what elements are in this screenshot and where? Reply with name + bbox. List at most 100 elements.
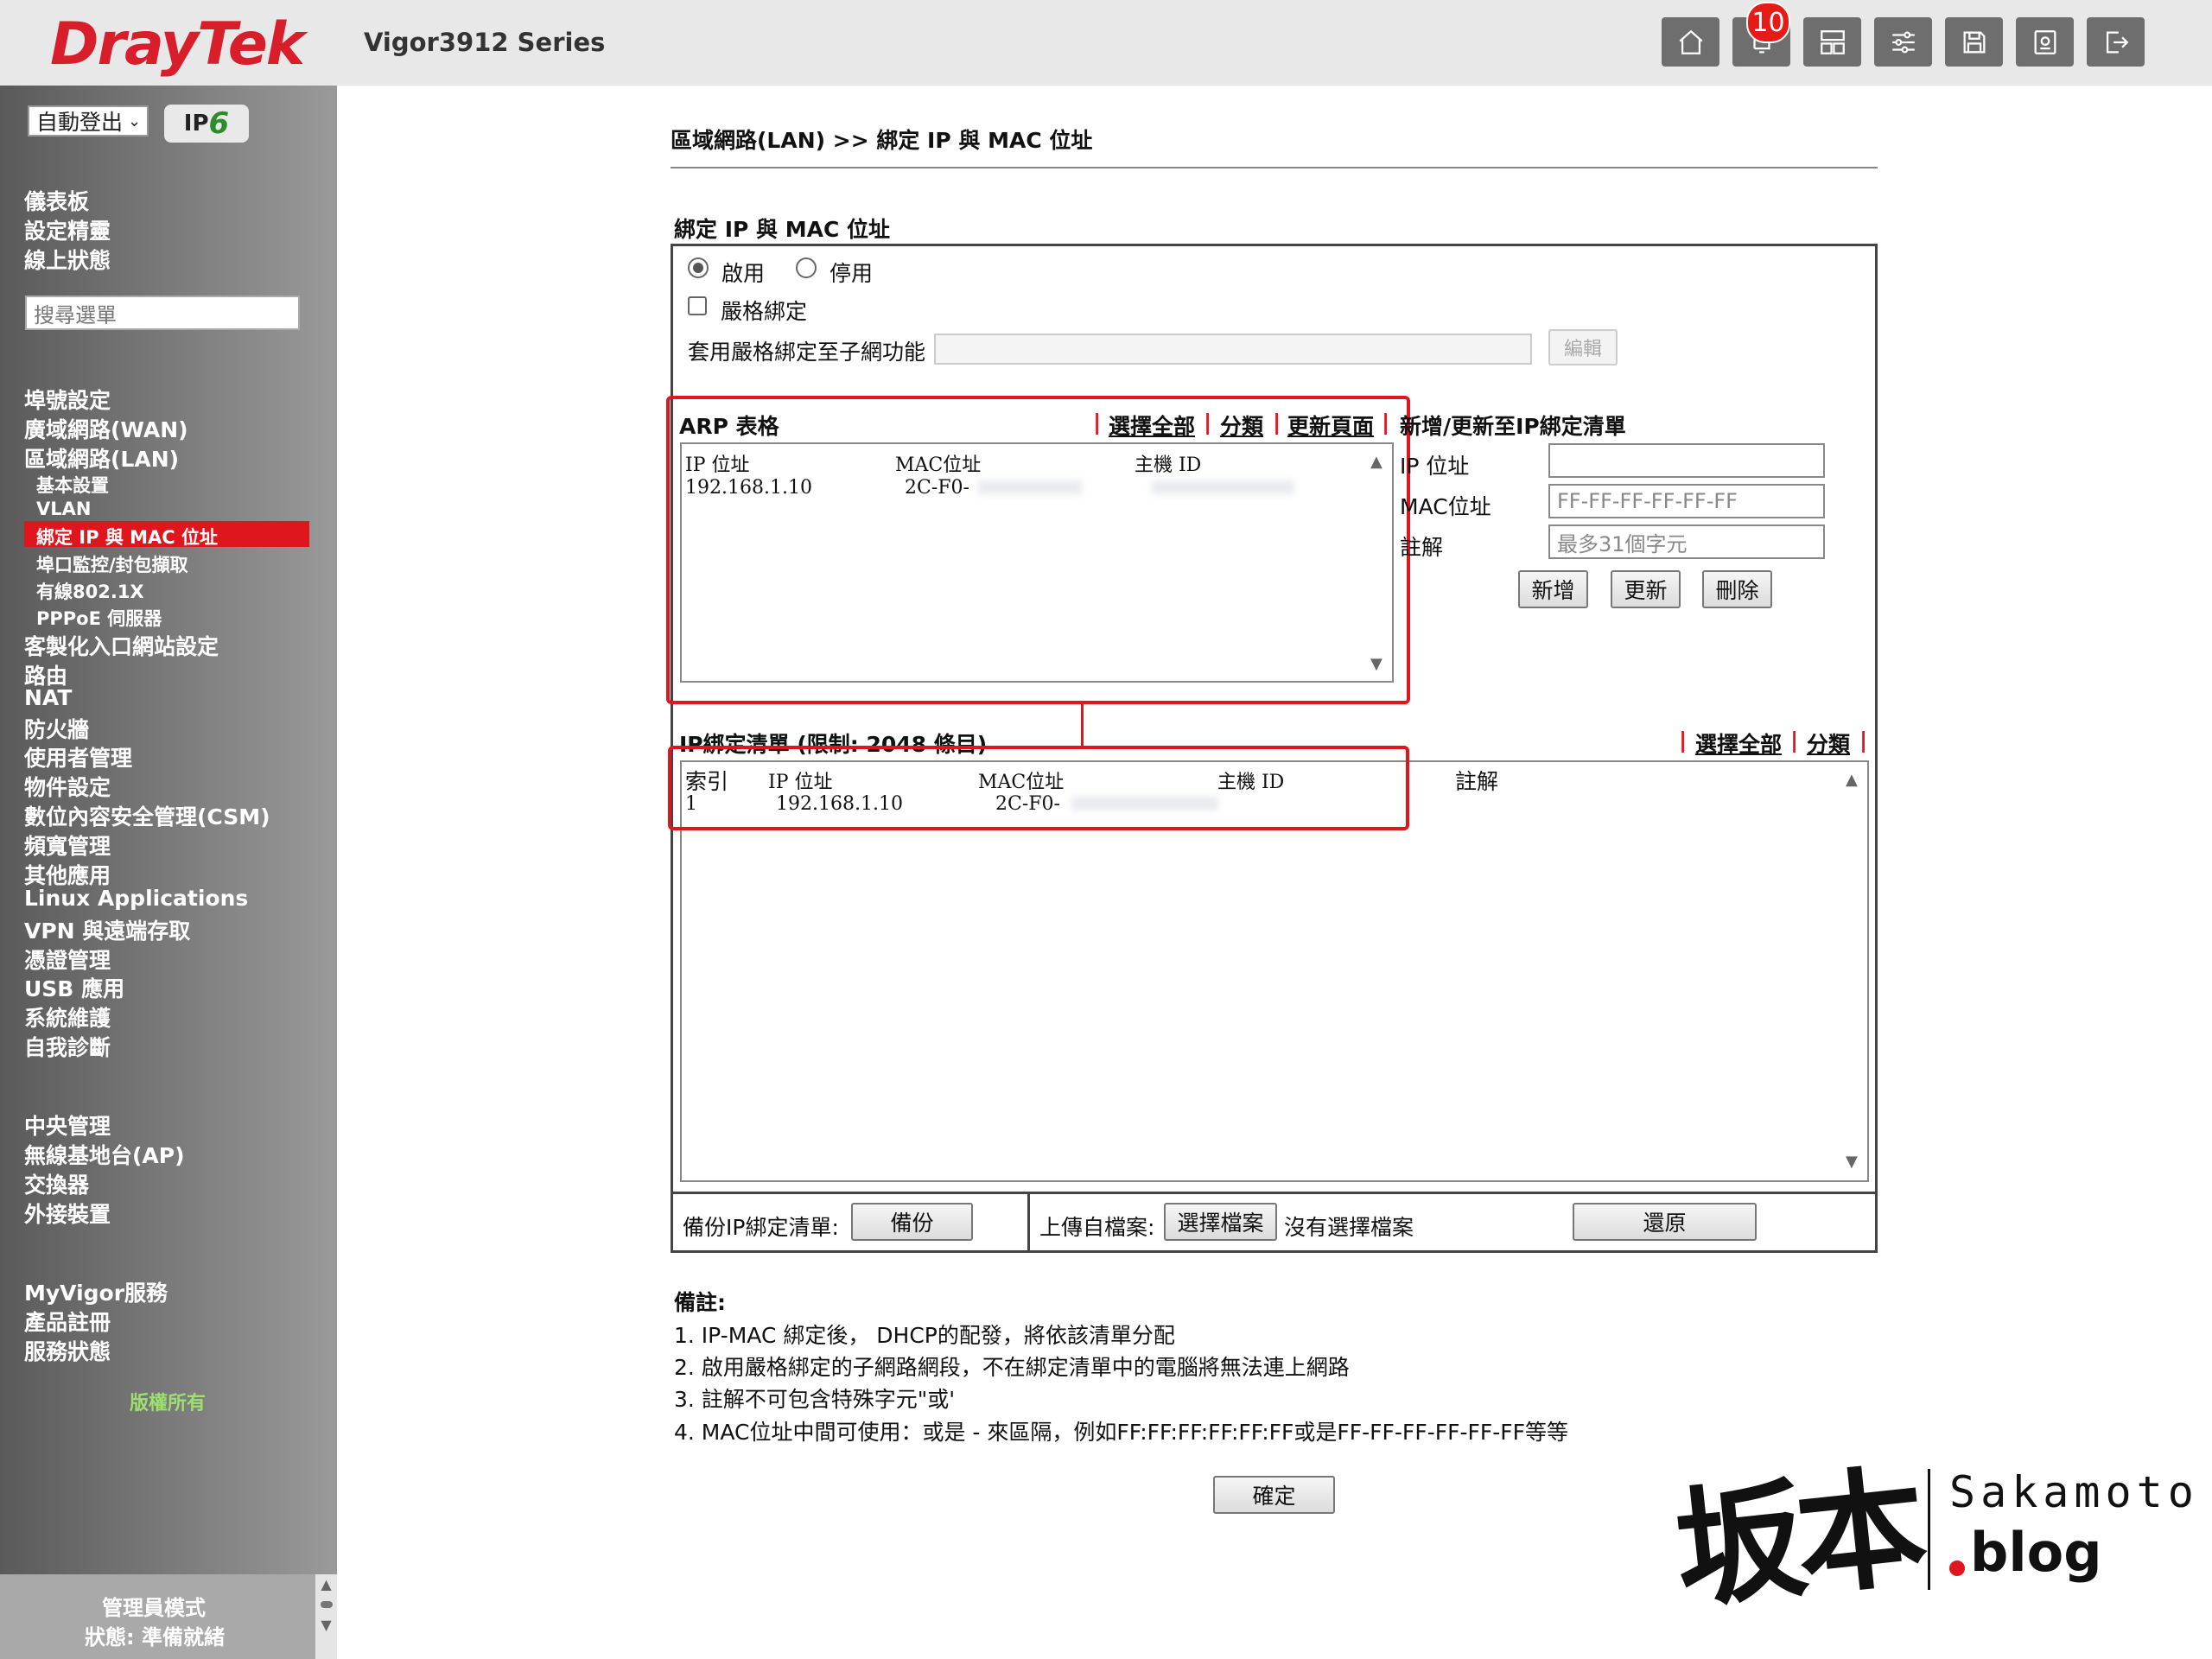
layout-button[interactable] — [1803, 17, 1861, 67]
sidebar-scrollbar[interactable]: ▲ ▼ — [315, 1574, 337, 1659]
nav-lan-pppoe[interactable]: PPPoE 伺服器 — [36, 605, 162, 631]
strict-subnet-field[interactable] — [934, 334, 1532, 365]
scroll-up-icon: ▲ — [321, 1576, 332, 1592]
nav-diagnostics[interactable]: 自我診斷 — [24, 1031, 111, 1062]
mac-label: MAC位址 — [1400, 494, 1491, 519]
enable-label: 啟用 — [721, 261, 766, 286]
nav-online-status[interactable]: 線上狀態 — [24, 244, 111, 275]
scroll-down-icon[interactable]: ▼ — [1846, 1153, 1858, 1171]
link-separator: | — [1679, 728, 1688, 753]
nav-central-ap[interactable]: 無線基地台(AP) — [24, 1139, 185, 1170]
auto-logout-value: 自動登出 — [36, 110, 124, 135]
home-button[interactable] — [1662, 17, 1719, 67]
binding-select-all-link[interactable]: 選擇全部 — [1695, 728, 1782, 759]
watermark-kanji: 坂本 — [1668, 1450, 1925, 1628]
scroll-down-icon: ▼ — [321, 1617, 332, 1633]
nav-vpn[interactable]: VPN 與遠端存取 — [24, 914, 190, 945]
admin-mode-label: 管理員模式 — [102, 1596, 206, 1620]
logout-icon — [2106, 31, 2128, 53]
update-button[interactable]: 更新 — [1611, 570, 1681, 608]
config-icon — [2034, 29, 2056, 54]
nav-wan[interactable]: 廣域網路(WAN) — [24, 413, 188, 444]
add-button[interactable]: 新增 — [1518, 570, 1588, 608]
ip-input[interactable] — [1548, 443, 1825, 478]
add-update-title: 新增/更新至IP綁定清單 — [1400, 414, 1626, 439]
nav-lan-port-mirror[interactable]: 埠口監控/封包擷取 — [36, 551, 188, 577]
note-3: 3. 註解不可包含特殊字元"或' — [674, 1387, 956, 1412]
nav-csm[interactable]: 數位內容安全管理(CSM) — [24, 800, 270, 831]
nav-nat[interactable]: NAT — [24, 685, 72, 710]
logout-button[interactable] — [2087, 17, 2145, 67]
scroll-up-icon[interactable]: ▲ — [1846, 771, 1858, 789]
save-button[interactable] — [1945, 17, 2003, 67]
nav-linux-apps[interactable]: Linux Applications — [24, 886, 248, 911]
edit-button[interactable]: 編輯 — [1548, 329, 1618, 365]
menu-search-input[interactable]: 搜尋選單 — [25, 296, 300, 330]
watermark-blog: blog — [1970, 1521, 2102, 1584]
disable-radio[interactable] — [796, 257, 817, 278]
nav-user-mgmt[interactable]: 使用者管理 — [24, 741, 132, 772]
mac-input[interactable]: FF-FF-FF-FF-FF-FF — [1548, 484, 1825, 518]
enable-radio[interactable] — [688, 257, 709, 278]
home-icon — [1678, 29, 1703, 54]
apply-strict-label: 套用嚴格綁定至子網功能 — [688, 340, 926, 365]
comment-input[interactable]: 最多31個字元 — [1548, 524, 1825, 559]
nav-firewall[interactable]: 防火牆 — [24, 713, 89, 744]
backup-button[interactable]: 備份 — [851, 1203, 973, 1241]
divider — [1027, 1192, 1030, 1253]
note-2: 2. 啟用嚴格綁定的子網路網段，不在綁定清單中的電腦將無法連上網路 — [674, 1355, 1350, 1380]
delete-button[interactable]: 刪除 — [1702, 570, 1772, 608]
nav-central-mgmt[interactable]: 中央管理 — [24, 1109, 111, 1141]
nav-central-switch[interactable]: 交換器 — [24, 1168, 89, 1199]
binding-sort-link[interactable]: 分類 — [1807, 728, 1850, 759]
highlight-box-arp — [666, 396, 1410, 704]
nav-product-reg[interactable]: 產品註冊 — [24, 1306, 111, 1337]
restore-button[interactable]: 還原 — [1573, 1203, 1757, 1241]
nav-lan-basic[interactable]: 基本設置 — [36, 472, 109, 498]
nav-service-status[interactable]: 服務狀態 — [24, 1335, 111, 1366]
ok-button[interactable]: 確定 — [1213, 1476, 1335, 1514]
nav-port[interactable]: 埠號設定 — [24, 384, 111, 415]
nav-portal[interactable]: 客製化入口網站設定 — [24, 630, 219, 661]
nav-objects[interactable]: 物件設定 — [24, 771, 111, 802]
status-label: 狀態: 準備就緒 — [85, 1625, 225, 1649]
nav-lan-vlan[interactable]: VLAN — [36, 499, 91, 519]
highlight-connector — [1081, 704, 1084, 746]
nav-lan[interactable]: 區域網路(LAN) — [24, 442, 179, 474]
breadcrumb: 區域網路(LAN) >> 綁定 IP 與 MAC 位址 — [671, 128, 1093, 153]
disable-label: 停用 — [830, 261, 874, 286]
settings-button[interactable] — [1874, 17, 1932, 67]
copyright: 版權所有 — [130, 1393, 207, 1414]
binding-col-comment: 註解 — [1455, 769, 1499, 794]
nav-dashboard[interactable]: 儀表板 — [24, 185, 89, 216]
scroll-thumb — [320, 1601, 333, 1608]
config-button[interactable] — [2016, 17, 2074, 67]
nav-certificates[interactable]: 憑證管理 — [24, 944, 111, 975]
choose-file-button[interactable]: 選擇檔案 — [1164, 1203, 1277, 1241]
nav-myvigor[interactable]: MyVigor服務 — [24, 1276, 168, 1307]
nav-lan-8021x[interactable]: 有線802.1X — [36, 578, 144, 604]
watermark-divider — [1928, 1469, 1930, 1590]
divider — [671, 1192, 1878, 1194]
ipv6-button[interactable]: IP 6 — [164, 105, 249, 143]
link-separator: | — [1859, 728, 1868, 753]
nav-wizard[interactable]: 設定精靈 — [24, 214, 111, 245]
nav-bandwidth[interactable]: 頻寬管理 — [24, 830, 111, 861]
watermark-name: Sakamoto — [1949, 1467, 2199, 1517]
comment-label: 註解 — [1400, 535, 1444, 560]
note-1: 1. IP-MAC 綁定後， DHCP的配發，將依該清單分配 — [674, 1323, 1175, 1348]
nav-lan-bind-ip-mac[interactable]: 綁定 IP 與 MAC 位址 — [36, 524, 218, 550]
sliders-icon — [1891, 31, 1915, 53]
save-icon — [1963, 31, 1985, 53]
note-4: 4. MAC位址中間可使用：或是 - 來區隔，例如FF:FF:FF:FF:FF:… — [674, 1420, 1569, 1445]
auto-logout-select[interactable]: 自動登出 ⌄ — [28, 105, 149, 137]
highlight-box-binding — [668, 746, 1409, 830]
nav-usb[interactable]: USB 應用 — [24, 972, 124, 1003]
section-title: 綁定 IP 與 MAC 位址 — [674, 217, 891, 242]
breadcrumb-divider — [671, 167, 1878, 168]
ip-label: IP 位址 — [1400, 454, 1470, 479]
strict-bind-checkbox[interactable] — [688, 296, 707, 315]
nav-external-devices[interactable]: 外接裝置 — [24, 1198, 111, 1229]
nav-maintenance[interactable]: 系統維護 — [24, 1001, 111, 1033]
backup-label: 備份IP綁定清單: — [683, 1215, 839, 1240]
